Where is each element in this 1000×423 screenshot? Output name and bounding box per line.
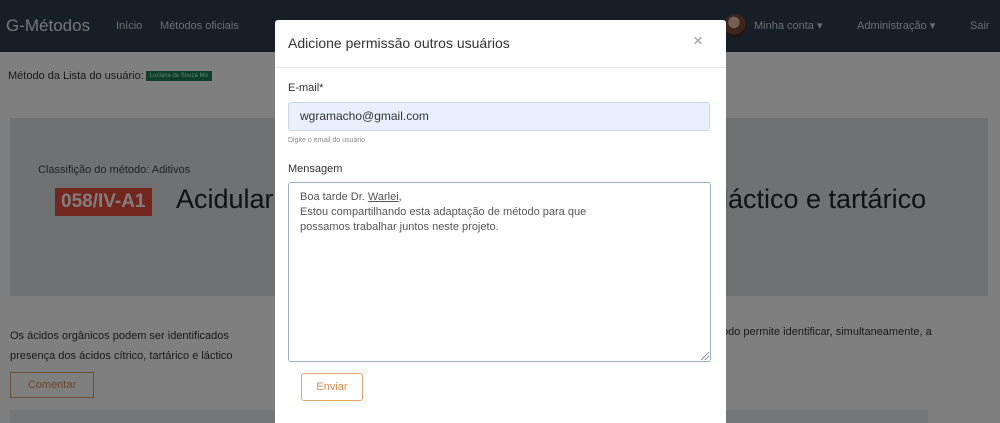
modal-title: Adicione permissão outros usuários — [288, 35, 510, 51]
resize-grip-icon[interactable] — [701, 352, 709, 360]
recipient-name: Warlei — [367, 191, 399, 203]
message-textarea[interactable]: Boa tarde Dr. Warlei, Estou compartilhan… — [288, 182, 711, 362]
modal-header: Adicione permissão outros usuários × — [275, 20, 726, 68]
email-field[interactable]: wgramacho@gmail.com — [288, 102, 710, 131]
send-button[interactable]: Enviar — [301, 373, 363, 401]
message-line-2: Estou compartilhando esta adaptação de m… — [300, 206, 587, 218]
email-label: E-mail* — [288, 82, 324, 94]
email-help-text: Digite o email do usuário — [288, 137, 366, 144]
close-icon[interactable]: × — [693, 31, 703, 51]
share-permission-modal: Adicione permissão outros usuários × E-m… — [275, 20, 726, 423]
message-line-3: possamos trabalhar juntos neste projeto. — [300, 221, 499, 233]
message-line-1: Boa tarde Dr. Warlei, — [300, 191, 402, 203]
message-label: Mensagem — [288, 163, 343, 175]
